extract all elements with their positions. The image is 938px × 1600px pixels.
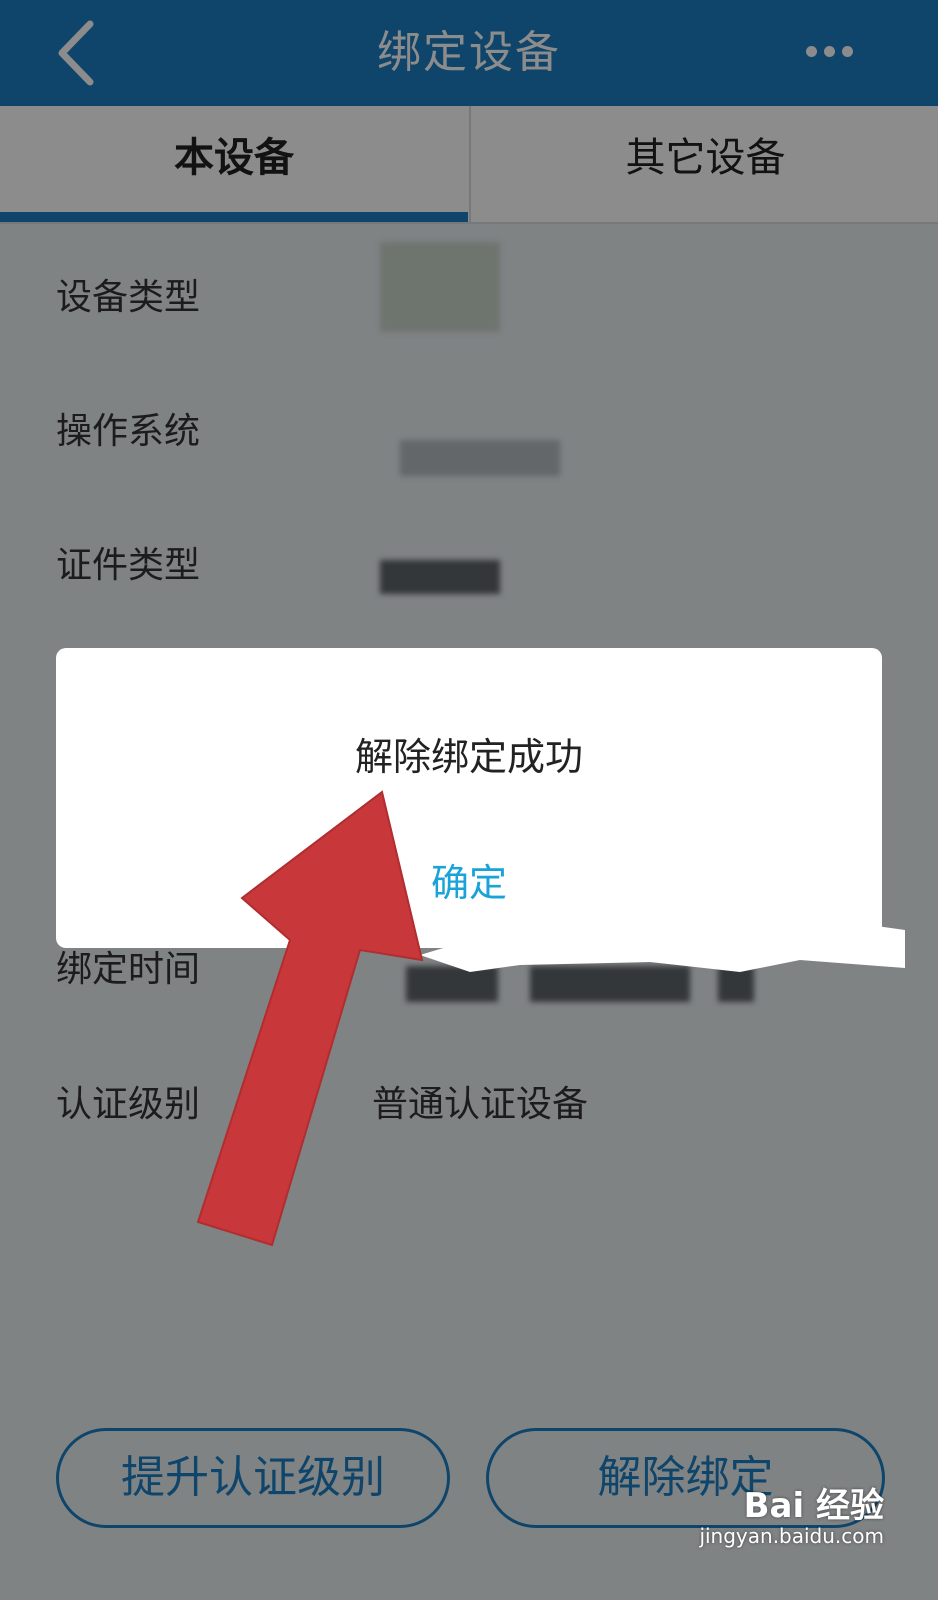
baidu-watermark: Bai 经验 jingyan.baidu.com [684, 1478, 884, 1568]
watermark-url: jingyan.baidu.com [699, 1524, 884, 1548]
watermark-brand: Bai 经验 [743, 1486, 884, 1526]
red-arrow-icon [196, 790, 424, 1247]
